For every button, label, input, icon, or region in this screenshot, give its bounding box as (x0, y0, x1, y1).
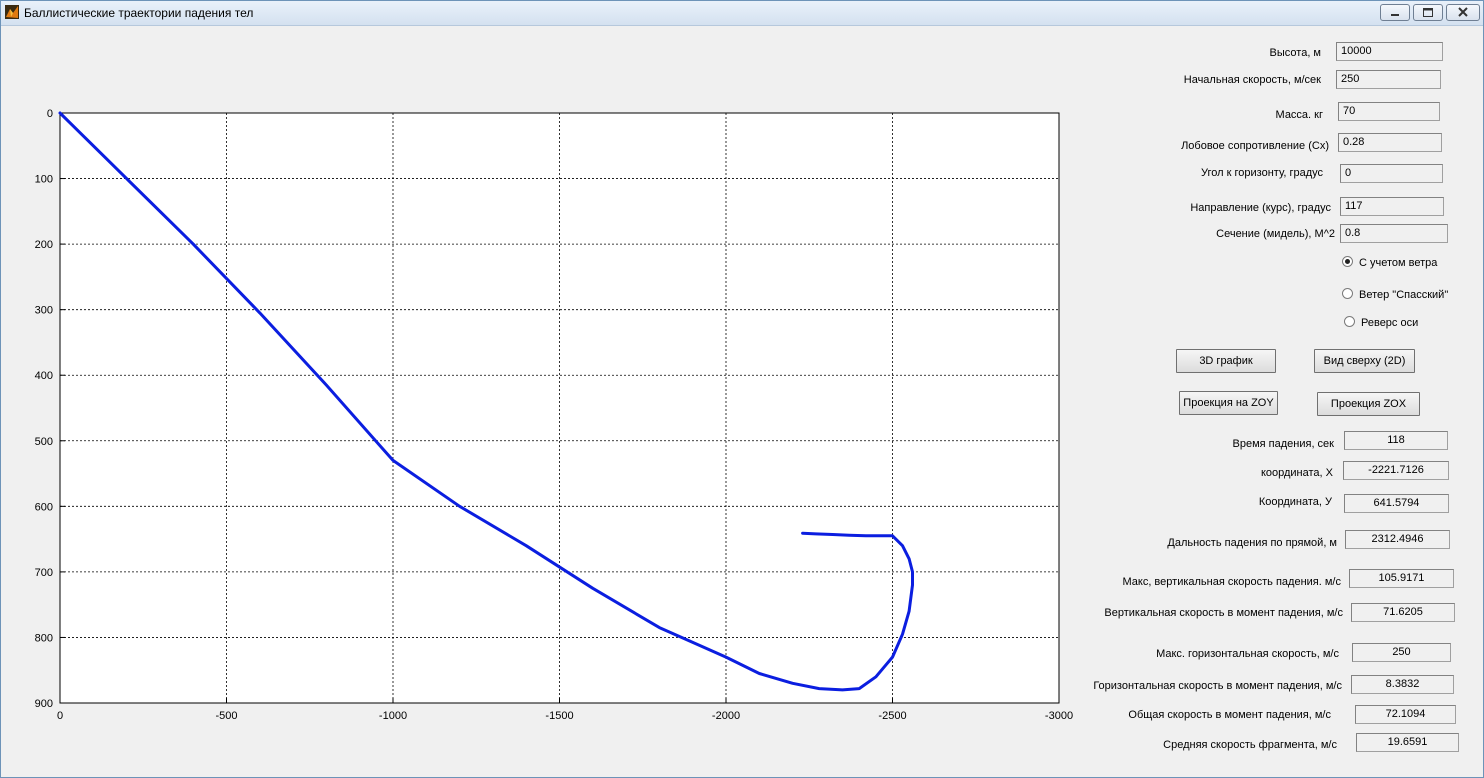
window-title: Баллистические траектории падения тел (24, 6, 254, 20)
y-tick-label: 400 (35, 370, 53, 382)
y-tick-label: 900 (35, 698, 53, 710)
mass-field[interactable]: 70 (1338, 102, 1440, 121)
input-label-mass: Масса. кг (1275, 109, 1323, 121)
y-tick-label: 200 (35, 239, 53, 251)
radio-icon (1342, 288, 1353, 299)
input-label-direction: Направление (курс), градус (1190, 202, 1331, 214)
range-field: 2312.4946 (1345, 530, 1450, 549)
x-tick-label: -2000 (712, 710, 740, 722)
spassky-wind-option[interactable]: Ветер "Спасский" (1342, 288, 1448, 301)
x-tick-label: -1500 (545, 710, 573, 722)
wind-option[interactable]: С учетом ветра (1342, 256, 1437, 269)
top-view-button[interactable]: Вид сверху (2D) (1314, 349, 1415, 373)
title-bar[interactable]: Баллистические траектории падения тел (1, 1, 1483, 26)
x-tick-label: 0 (57, 710, 63, 722)
input-label-drag: Лобовое сопротивление (Cx) (1181, 140, 1329, 152)
y-tick-label: 100 (35, 174, 53, 186)
wind-option-label: С учетом ветра (1359, 257, 1438, 269)
maximize-icon (1423, 8, 1433, 17)
radio-icon (1344, 316, 1355, 327)
y-tick-label: 800 (35, 632, 53, 644)
drag-field[interactable]: 0.28 (1338, 133, 1442, 152)
input-label-cross-section: Сечение (мидель), М^2 (1216, 228, 1335, 240)
result-label-coord-x: координата, Х (1260, 467, 1333, 479)
projection-zoy-button[interactable]: Проекция на ZOY (1179, 391, 1278, 415)
result-label-impact-total-speed: Общая скорость в момент падения, м/с (1128, 709, 1331, 721)
client-area: 0 -500 -1000 -1500 -2000 -2500 -3000 0 100 200 300… (1, 26, 1483, 777)
y-tick-label: 0 (47, 108, 53, 120)
y-tick-label: 300 (35, 305, 53, 317)
result-label-impact-horizontal-speed: Горизонтальная скорость в момент падения… (1093, 680, 1342, 692)
impact-vertical-speed-field: 71.6205 (1351, 603, 1455, 622)
input-label-initial-speed: Начальная скорость, м/сек (1183, 74, 1321, 86)
impact-horizontal-speed-field: 8.3832 (1351, 675, 1454, 694)
coord-x-field: -2221.7126 (1343, 461, 1449, 480)
matlab-app-icon (5, 5, 19, 19)
y-tick-label: 500 (35, 436, 53, 448)
height-field[interactable]: 10000 (1336, 42, 1443, 61)
minimize-button[interactable] (1380, 4, 1410, 21)
x-tick-label: -2500 (878, 710, 906, 722)
spassky-wind-option-label: Ветер "Спасский" (1359, 289, 1449, 301)
axis-reverse-option[interactable]: Реверс оси (1344, 316, 1418, 329)
result-label-impact-vertical-speed: Вертикальная скорость в момент падения, … (1104, 607, 1343, 619)
projection-zox-button[interactable]: Проекция ZOX (1317, 392, 1420, 416)
direction-field[interactable]: 117 (1340, 197, 1444, 216)
result-label-coord-y: Координата, У (1258, 496, 1332, 508)
close-button[interactable] (1446, 4, 1480, 21)
x-tick-label: -3000 (1045, 710, 1073, 722)
average-speed-field: 19.6591 (1356, 733, 1459, 752)
axis-reverse-option-label: Реверс оси (1361, 317, 1419, 329)
x-tick-label: -500 (215, 710, 237, 722)
close-icon (1458, 7, 1468, 17)
minimize-icon (1391, 14, 1399, 16)
x-tick-label: -1000 (379, 710, 407, 722)
fall-time-field: 118 (1344, 431, 1448, 450)
max-horizontal-speed-field: 250 (1352, 643, 1451, 662)
y-tick-label: 700 (35, 567, 53, 579)
impact-total-speed-field: 72.1094 (1355, 705, 1456, 724)
cross-section-field[interactable]: 0.8 (1340, 224, 1448, 243)
initial-speed-field[interactable]: 250 (1336, 70, 1441, 89)
app-window: Баллистические траектории падения тел 0 -… (0, 0, 1484, 778)
trajectory-chart: 0 -500 -1000 -1500 -2000 -2500 -3000 0 100 200 300… (35, 108, 1073, 722)
angle-field[interactable]: 0 (1340, 164, 1443, 183)
maximize-button[interactable] (1413, 4, 1443, 21)
result-label-max-vertical-speed: Макс, вертикальная скорость падения. м/с (1122, 576, 1341, 588)
input-label-height: Высота, м (1269, 47, 1321, 59)
y-tick-label: 600 (35, 501, 53, 513)
max-vertical-speed-field: 105.9171 (1349, 569, 1454, 588)
plot-area: 0 -500 -1000 -1500 -2000 -2500 -3000 0 100 200 300… (1, 26, 1081, 777)
graph-3d-button[interactable]: 3D график (1176, 349, 1276, 373)
coord-y-field: 641.5794 (1344, 494, 1449, 513)
result-label-average-speed: Средняя скорость фрагмента, м/с (1163, 739, 1337, 751)
result-label-max-horizontal-speed: Макс. горизонтальная скорость, м/с (1156, 648, 1339, 660)
result-label-range: Дальность падения по прямой, м (1167, 537, 1337, 549)
input-label-angle: Угол к горизонту, градус (1201, 167, 1323, 179)
result-label-fall-time: Время падения, сек (1232, 438, 1334, 450)
radio-icon (1342, 256, 1353, 267)
